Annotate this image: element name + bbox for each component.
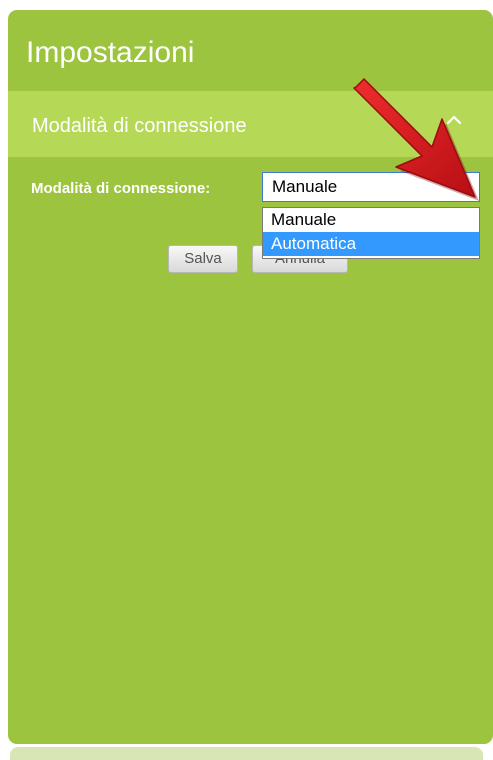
save-button[interactable]: Salva [168, 245, 238, 273]
page-title: Impostazioni [26, 36, 195, 69]
section-title[interactable]: Modalità di connessione [32, 114, 247, 138]
option-automatica[interactable]: Automatica [263, 232, 479, 256]
settings-panel: Impostazioni Modalità di connessione Mod… [8, 10, 493, 744]
connection-mode-label: Modalità di connessione: [31, 180, 211, 197]
select-current-value: Manuale [272, 177, 338, 196]
option-manuale[interactable]: Manuale [263, 208, 479, 232]
settings-page: Impostazioni Modalità di connessione Mod… [0, 0, 493, 760]
connection-mode-options: Manuale Automatica [262, 207, 480, 259]
red-arrow-icon [353, 78, 479, 201]
bottom-panel-edge [10, 747, 483, 760]
